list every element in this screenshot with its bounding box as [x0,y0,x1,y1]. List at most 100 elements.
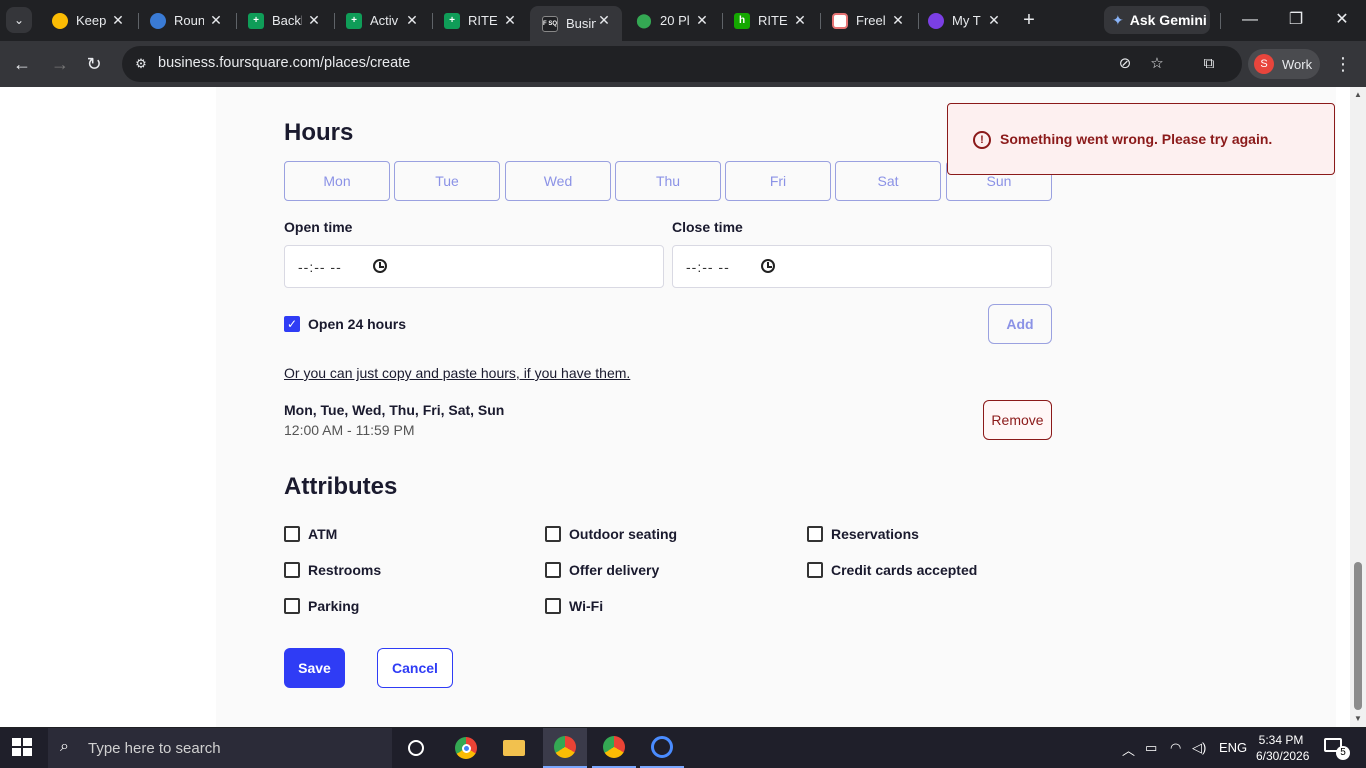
outdoor-seating-label[interactable]: Outdoor seating [569,526,677,542]
forward-arrow-icon[interactable]: → [48,52,72,76]
save-button[interactable]: Save [284,648,345,688]
more-menu-icon[interactable]: ⋮ [1334,52,1352,76]
hours-entry-range: 12:00 AM - 11:59 PM [284,422,415,438]
profile-button[interactable]: S Work [1248,49,1320,79]
language-indicator[interactable]: ENG [1219,740,1247,755]
credit-cards-label[interactable]: Credit cards accepted [831,562,977,578]
extensions-icon[interactable]: ⧉ [1200,55,1218,73]
battery-icon[interactable]: ▭ [1145,740,1157,756]
scrollbar-thumb[interactable] [1354,562,1362,710]
tab-activity[interactable]: + Activ ✕ [334,6,430,35]
open-24-hours-checkbox[interactable]: ✓ [284,316,300,332]
tab-keep[interactable]: Keep ✕ [40,6,136,35]
windows-start-icon[interactable] [12,738,34,758]
tracking-protection-icon[interactable]: ⊘ [1116,55,1134,73]
offer-delivery-label[interactable]: Offer delivery [569,562,659,578]
tab-search-button[interactable]: ⌄ [6,7,32,33]
chrome-icon[interactable] [444,728,488,768]
day-button-tue[interactable]: Tue [394,161,500,201]
taskbar-search[interactable]: ⌕ Type here to search [48,728,392,768]
close-icon[interactable]: ✕ [986,12,1002,28]
open-24-hours-label[interactable]: Open 24 hours [308,316,406,332]
tab-my-t[interactable]: My T ✕ [916,6,1012,35]
day-selector: Mon Tue Wed Thu Fri Sat Sun [284,161,1052,201]
restore-icon[interactable]: ❐ [1284,8,1308,32]
close-icon[interactable]: ✕ [792,12,808,28]
close-icon[interactable]: ✕ [596,12,612,28]
restrooms-checkbox[interactable] [284,562,300,578]
day-button-fri[interactable]: Fri [725,161,831,201]
close-icon[interactable]: ✕ [694,12,710,28]
ask-gemini-button[interactable]: ✦ Ask Gemini [1104,6,1210,34]
notifications-icon[interactable]: 5 [1324,738,1350,760]
credit-cards-checkbox[interactable] [807,562,823,578]
back-arrow-icon[interactable]: ← [10,52,34,76]
page-scrollbar[interactable]: ▲ ▼ [1350,87,1366,727]
tab-round[interactable]: Roun ✕ [138,6,234,35]
close-icon[interactable]: ✕ [208,12,224,28]
remove-hours-button[interactable]: Remove [983,400,1052,440]
tab-rite-houzz[interactable]: h RITE ✕ [722,6,818,35]
tab-maps[interactable]: ⬤ 20 Pl ✕ [624,6,720,35]
clock-date: 6/30/2026 [1256,749,1310,763]
chrome-profile-2-icon[interactable] [592,728,636,768]
reload-icon[interactable]: ↻ [82,52,106,76]
tab-title: 20 Pl [660,13,690,28]
file-explorer-icon[interactable] [492,728,536,768]
open-time-input[interactable]: --:-- -- [284,245,664,288]
add-hours-button[interactable]: Add [988,304,1052,344]
reservations-checkbox[interactable] [807,526,823,542]
restrooms-label[interactable]: Restrooms [308,562,381,578]
taskbar-clock[interactable]: 5:34 PM 6/30/2026 [1256,732,1310,764]
map-pin-favicon-icon: ⬤ [636,12,652,28]
cancel-button[interactable]: Cancel [377,648,453,688]
scroll-down-icon[interactable]: ▼ [1353,714,1363,724]
close-icon[interactable]: ✕ [404,12,420,28]
day-button-thu[interactable]: Thu [615,161,721,201]
clock-icon[interactable] [373,259,387,273]
reservations-label[interactable]: Reservations [831,526,919,542]
url-text[interactable]: business.foursquare.com/places/create [158,55,410,71]
show-hidden-icons-icon[interactable]: ︿ [1122,740,1135,759]
scroll-up-icon[interactable]: ▲ [1353,90,1363,100]
address-bar[interactable]: ⚙ business.foursquare.com/places/create … [122,46,1242,82]
outdoor-seating-checkbox[interactable] [545,526,561,542]
minimize-icon[interactable]: — [1238,8,1262,32]
tab-business-active[interactable]: F SQ Busin ✕ [530,6,622,41]
task-view-icon[interactable] [394,728,438,768]
wifi-checkbox[interactable] [545,598,561,614]
parking-label[interactable]: Parking [308,598,359,614]
close-icon[interactable]: ✕ [502,12,518,28]
atm-checkbox[interactable] [284,526,300,542]
bookmark-star-icon[interactable]: ☆ [1148,55,1166,73]
tab-backlog[interactable]: + Backl ✕ [236,6,332,35]
clock-icon[interactable] [761,259,775,273]
tab-freelancer[interactable]: Freel ✕ [820,6,916,35]
tab-rite-sheet[interactable]: + RITE ✕ [432,6,528,35]
chrome-profile-s-icon[interactable] [543,728,587,768]
parking-checkbox[interactable] [284,598,300,614]
tab-title: Busin [566,16,596,31]
site-info-icon[interactable]: ⚙ [132,55,150,73]
paste-hours-link[interactable]: Or you can just copy and paste hours, if… [284,365,630,381]
close-icon[interactable]: ✕ [110,12,126,28]
wifi-icon[interactable]: ◠ [1170,740,1181,756]
open-time-label: Open time [284,219,353,235]
atm-label[interactable]: ATM [308,526,337,542]
volume-icon[interactable]: ◁) [1192,740,1206,756]
sheets-favicon-icon: + [346,12,362,29]
round-favicon-icon [150,12,166,29]
day-button-sat[interactable]: Sat [835,161,941,201]
close-icon[interactable]: ✕ [890,12,906,28]
wifi-label[interactable]: Wi-Fi [569,598,603,614]
close-icon[interactable]: ✕ [306,12,322,28]
day-button-wed[interactable]: Wed [505,161,611,201]
app-triangle-icon[interactable] [640,728,684,768]
tab-strip: ⌄ Keep ✕ Roun ✕ + Backl ✕ + Activ ✕ + RI… [0,0,1366,41]
window-close-icon[interactable]: ✕ [1330,8,1354,32]
new-tab-icon[interactable]: + [1018,10,1040,32]
day-button-mon[interactable]: Mon [284,161,390,201]
windows-taskbar: ⌕ Type here to search ︿ ▭ ◠ ◁) ENG 5:34 … [0,728,1366,768]
offer-delivery-checkbox[interactable] [545,562,561,578]
close-time-input[interactable]: --:-- -- [672,245,1052,288]
